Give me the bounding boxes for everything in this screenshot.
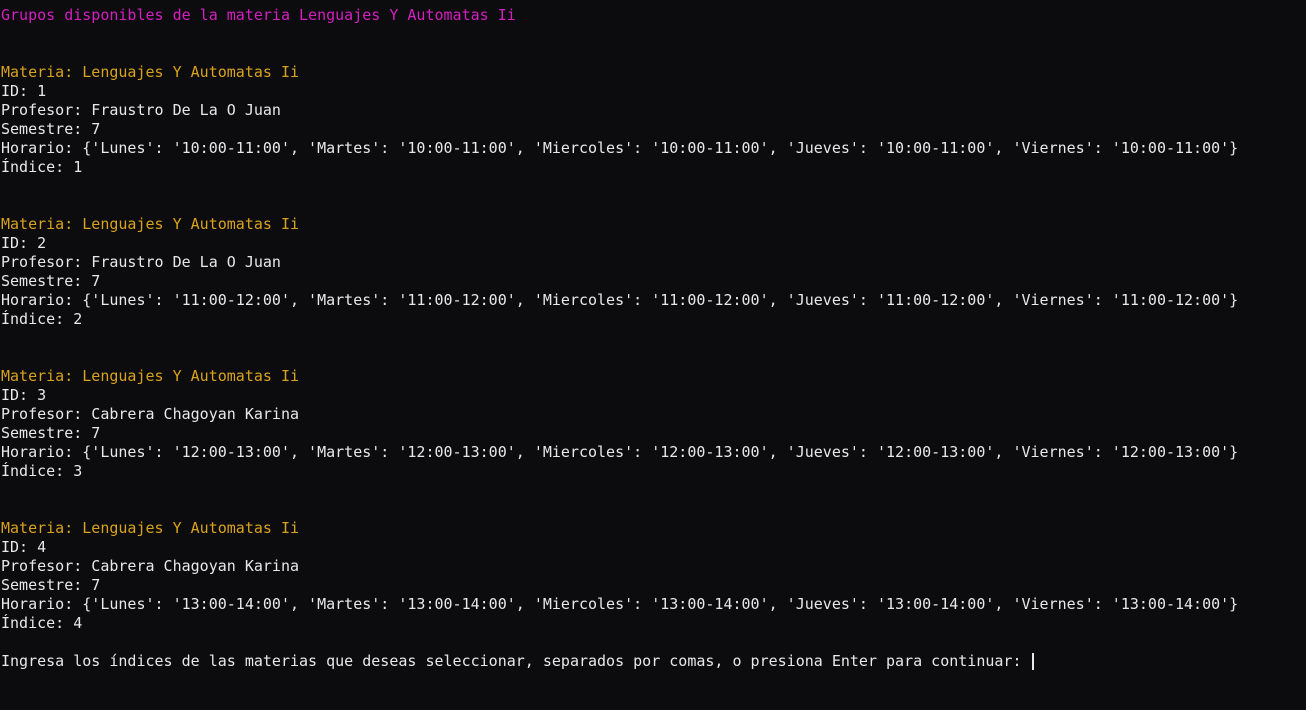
group-block: Materia: Lenguajes Y Automatas Ii ID: 4 … <box>1 519 1306 633</box>
group-block: Materia: Lenguajes Y Automatas Ii ID: 1 … <box>1 63 1306 177</box>
semestre-line: Semestre: 7 <box>1 272 101 290</box>
horario-line: Horario: {'Lunes': '12:00-13:00', 'Marte… <box>1 443 1239 461</box>
profesor-line: Profesor: Fraustro De La O Juan <box>1 253 281 271</box>
group-block: Materia: Lenguajes Y Automatas Ii ID: 3 … <box>1 367 1306 481</box>
materia-line: Materia: Lenguajes Y Automatas Ii <box>1 519 300 537</box>
indice-line: Índice: 1 <box>1 158 83 176</box>
indice-line: Índice: 2 <box>1 310 83 328</box>
semestre-line: Semestre: 7 <box>1 120 101 138</box>
text-cursor[interactable] <box>1031 653 1034 670</box>
horario-line: Horario: {'Lunes': '11:00-12:00', 'Marte… <box>1 291 1239 309</box>
profesor-line: Profesor: Cabrera Chagoyan Karina <box>1 405 300 423</box>
id-line: ID: 2 <box>1 234 47 252</box>
id-line: ID: 4 <box>1 538 47 556</box>
materia-line: Materia: Lenguajes Y Automatas Ii <box>1 63 300 81</box>
materia-line: Materia: Lenguajes Y Automatas Ii <box>1 215 300 233</box>
group-block: Materia: Lenguajes Y Automatas Ii ID: 2 … <box>1 215 1306 329</box>
profesor-line: Profesor: Fraustro De La O Juan <box>1 101 281 119</box>
indice-line: Índice: 4 <box>1 614 83 632</box>
prompt-text: Ingresa los índices de las materias que … <box>1 652 1031 670</box>
materia-line: Materia: Lenguajes Y Automatas Ii <box>1 367 300 385</box>
heading-line: Grupos disponibles de la materia Lenguaj… <box>1 6 516 24</box>
profesor-line: Profesor: Cabrera Chagoyan Karina <box>1 557 300 575</box>
semestre-line: Semestre: 7 <box>1 424 101 442</box>
id-line: ID: 1 <box>1 82 47 100</box>
semestre-line: Semestre: 7 <box>1 576 101 594</box>
indice-line: Índice: 3 <box>1 462 83 480</box>
horario-line: Horario: {'Lunes': '13:00-14:00', 'Marte… <box>1 595 1239 613</box>
input-prompt[interactable]: Ingresa los índices de las materias que … <box>1 652 1306 671</box>
horario-line: Horario: {'Lunes': '10:00-11:00', 'Marte… <box>1 139 1239 157</box>
terminal-output: Grupos disponibles de la materia Lenguaj… <box>1 6 1306 671</box>
id-line: ID: 3 <box>1 386 47 404</box>
